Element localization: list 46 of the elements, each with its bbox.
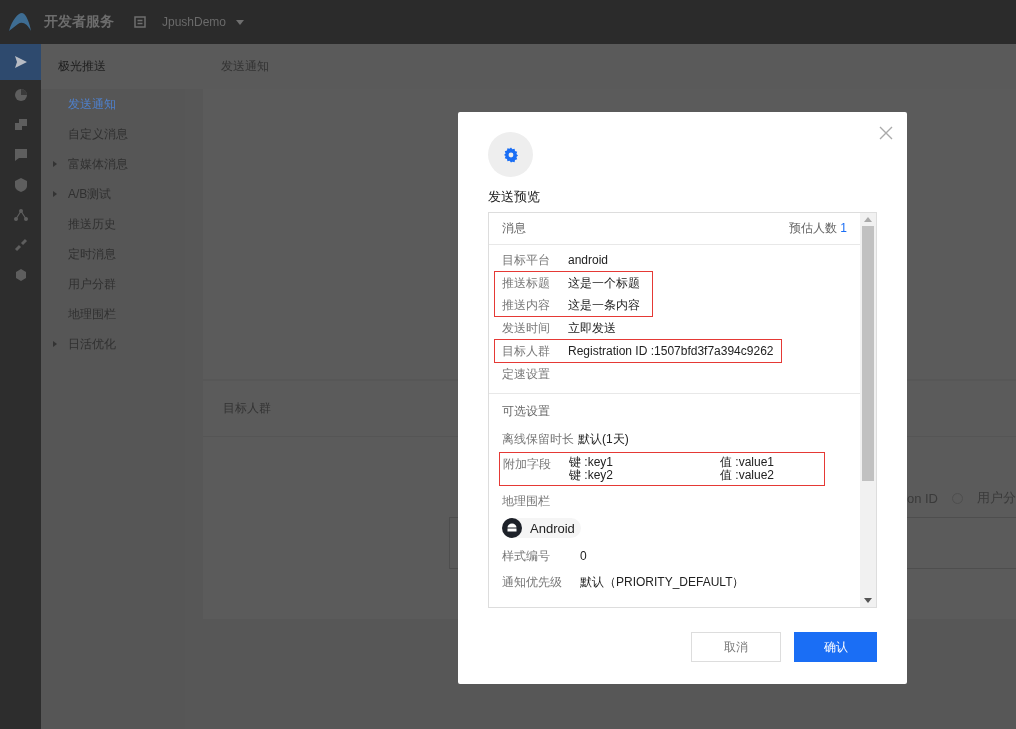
app-selector[interactable]: JpushDemo bbox=[162, 15, 227, 29]
scroll-down-icon[interactable] bbox=[864, 598, 872, 603]
app-title: 开发者服务 bbox=[44, 13, 114, 31]
field-value: Registration ID :1507bfd3f7a394c9262 bbox=[568, 344, 774, 358]
field-label: 地理围栏 bbox=[502, 492, 551, 510]
logo-icon bbox=[8, 12, 32, 32]
section-label: 可选设置 bbox=[502, 404, 550, 418]
field-label: 通知优先级 bbox=[502, 573, 563, 591]
scrollbar[interactable] bbox=[860, 213, 876, 607]
field-key: 键 :key2 bbox=[569, 469, 720, 482]
document-icon[interactable] bbox=[134, 16, 146, 28]
scroll-up-icon[interactable] bbox=[864, 217, 872, 222]
field-label: 目标人群 bbox=[502, 342, 551, 360]
field-label: 发送时间 bbox=[502, 319, 551, 337]
field-value: 0 bbox=[580, 549, 587, 563]
close-icon[interactable] bbox=[879, 126, 893, 140]
expand-icon[interactable] bbox=[53, 341, 57, 347]
confirm-button[interactable]: 确认 bbox=[794, 632, 877, 662]
field-label: 样式编号 bbox=[502, 547, 551, 565]
field-label: 推送标题 bbox=[502, 274, 551, 292]
field-label: 推送内容 bbox=[502, 296, 551, 314]
expand-icon[interactable] bbox=[53, 161, 57, 167]
cancel-button[interactable]: 取消 bbox=[691, 632, 781, 662]
section-label: 消息 bbox=[502, 220, 526, 237]
send-icon[interactable] bbox=[0, 44, 41, 80]
android-icon bbox=[502, 518, 522, 538]
field-value: 这是一个标题 bbox=[568, 274, 640, 292]
field-key: 键 :key1 bbox=[569, 456, 720, 469]
estimate-count: 1 bbox=[840, 221, 847, 235]
caret-icon[interactable] bbox=[236, 19, 245, 25]
field-label: 离线保留时长 bbox=[502, 430, 574, 448]
field-label: 定速设置 bbox=[502, 365, 551, 383]
gear-icon bbox=[488, 132, 533, 177]
field-value: 值 :value1 bbox=[720, 456, 775, 469]
field-label: 附加字段 bbox=[503, 456, 552, 473]
field-label: 目标平台 bbox=[502, 251, 551, 269]
estimate-label: 预估人数 bbox=[788, 221, 837, 235]
field-value: 立即发送 bbox=[568, 319, 616, 337]
field-value: android bbox=[568, 253, 609, 267]
expand-icon[interactable] bbox=[53, 191, 57, 197]
field-value: 这是一条内容 bbox=[568, 296, 640, 314]
platform-chip: Android bbox=[502, 518, 581, 538]
field-value: 值 :value2 bbox=[720, 469, 775, 482]
field-value: 默认（PRIORITY_DEFAULT） bbox=[580, 573, 745, 591]
field-value: 默认(1天) bbox=[578, 430, 629, 448]
dialog-title: 发送预览 bbox=[488, 188, 541, 206]
